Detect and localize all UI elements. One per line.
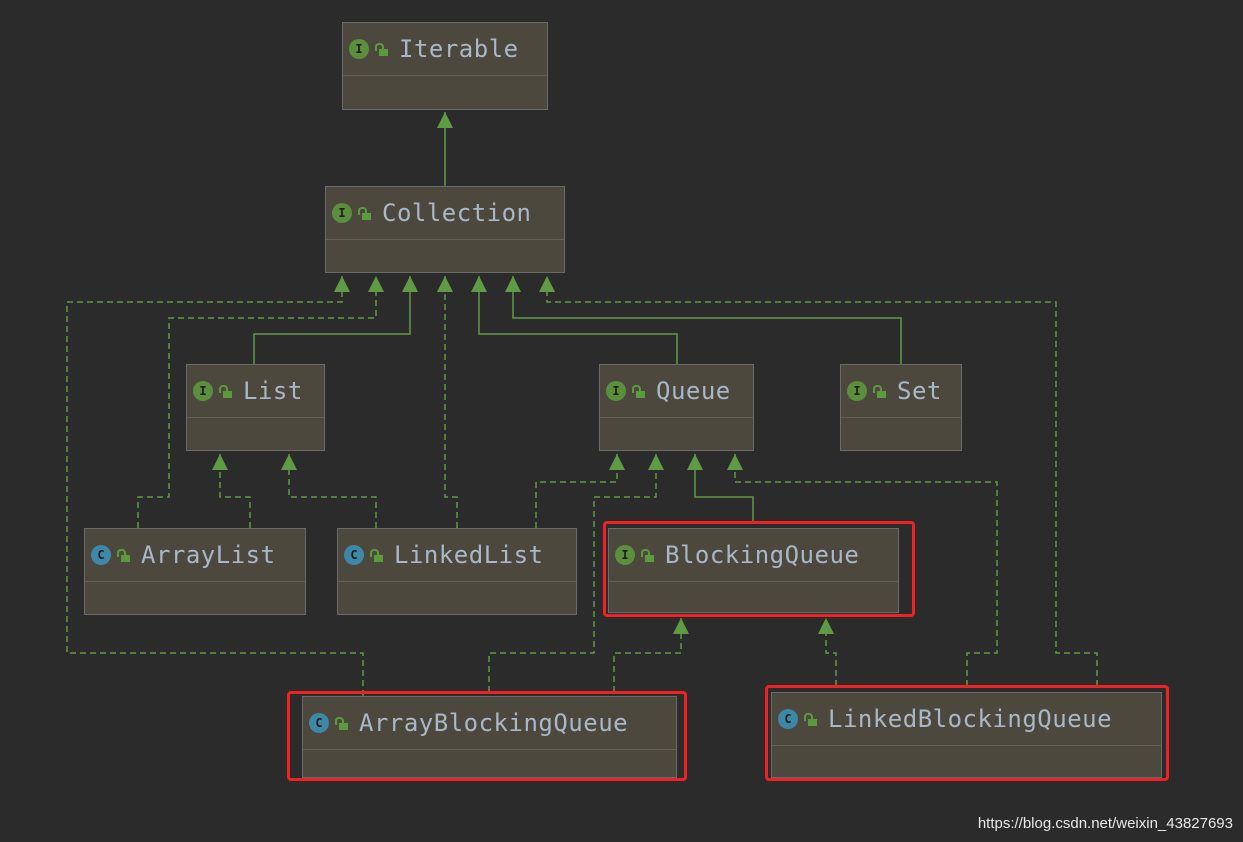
node-name: Set <box>897 377 942 405</box>
node-name: List <box>243 377 303 405</box>
public-visibility-icon <box>375 42 389 56</box>
interface-icon: I <box>606 381 626 401</box>
interface-icon: I <box>332 203 352 223</box>
node-name: ArrayBlockingQueue <box>359 709 629 737</box>
node-arrayblockingqueue[interactable]: C ArrayBlockingQueue <box>302 696 677 778</box>
node-name: Queue <box>656 377 731 405</box>
arrowhead-icon <box>609 454 625 470</box>
node-blockingqueue[interactable]: I BlockingQueue <box>608 528 899 613</box>
public-visibility-icon <box>632 384 646 398</box>
public-visibility-icon <box>335 716 349 730</box>
arrowhead-icon <box>648 454 664 470</box>
class-icon: C <box>309 713 329 733</box>
node-arraylist[interactable]: C ArrayList <box>84 528 306 615</box>
node-collection[interactable]: I Collection <box>325 186 565 273</box>
arrowhead-icon <box>437 112 453 128</box>
interface-icon: I <box>615 545 635 565</box>
node-header: I Set <box>841 365 961 418</box>
arrowhead-icon <box>727 454 743 470</box>
node-header: C ArrayBlockingQueue <box>303 697 676 750</box>
arrowhead-icon <box>818 618 834 634</box>
public-visibility-icon <box>804 712 818 726</box>
edge-arrayblockingqueue-to-collection <box>66 276 364 696</box>
node-name: ArrayList <box>141 541 276 569</box>
arrowhead-icon <box>687 454 703 470</box>
node-queue[interactable]: I Queue <box>599 364 754 451</box>
arrowhead-icon <box>334 276 350 292</box>
node-header: C LinkedBlockingQueue <box>772 693 1161 746</box>
edge-linkedblockingqueue-to-collection <box>546 276 1098 686</box>
watermark: https://blog.csdn.net/weixin_43827693 <box>977 815 1233 832</box>
edge-linkedlist-to-queue <box>535 454 618 528</box>
node-name: Iterable <box>399 35 519 63</box>
public-visibility-icon <box>117 548 131 562</box>
arrowhead-icon <box>368 276 384 292</box>
node-name: Collection <box>382 199 532 227</box>
arrowhead-icon <box>539 276 555 292</box>
interface-icon: I <box>847 381 867 401</box>
edge-linkedlist-to-collection <box>444 276 458 528</box>
public-visibility-icon <box>873 384 887 398</box>
node-header: C LinkedList <box>338 529 576 582</box>
edge-set-to-collection <box>512 276 902 364</box>
node-name: LinkedList <box>394 541 544 569</box>
public-visibility-icon <box>219 384 233 398</box>
arrowhead-icon <box>281 454 297 470</box>
edge-arrayblockingqueue-to-blockingqueue <box>613 618 682 692</box>
class-icon: C <box>91 545 111 565</box>
node-header: I List <box>187 365 324 418</box>
arrowhead-icon <box>402 276 418 292</box>
node-header: C ArrayList <box>85 529 305 582</box>
edge-list-to-collection <box>253 276 411 364</box>
node-list[interactable]: I List <box>186 364 325 451</box>
node-linkedblockingqueue[interactable]: C LinkedBlockingQueue <box>771 692 1162 778</box>
interface-icon: I <box>349 39 369 59</box>
class-icon: C <box>778 709 798 729</box>
node-header: I Queue <box>600 365 753 418</box>
arrowhead-icon <box>505 276 521 292</box>
node-name: BlockingQueue <box>665 541 860 569</box>
node-header: I Iterable <box>343 23 547 76</box>
public-visibility-icon <box>358 206 372 220</box>
node-iterable[interactable]: I Iterable <box>342 22 548 110</box>
node-linkedlist[interactable]: C LinkedList <box>337 528 577 615</box>
public-visibility-icon <box>370 548 384 562</box>
edge-blockingqueue-to-queue <box>694 454 754 521</box>
class-icon: C <box>344 545 364 565</box>
interface-icon: I <box>193 381 213 401</box>
arrowhead-icon <box>437 276 453 292</box>
public-visibility-icon <box>641 548 655 562</box>
node-set[interactable]: I Set <box>840 364 962 451</box>
node-name: LinkedBlockingQueue <box>828 705 1113 733</box>
node-header: I Collection <box>326 187 564 240</box>
arrowhead-icon <box>673 618 689 634</box>
node-header: I BlockingQueue <box>609 529 898 582</box>
edge-linkedlist-to-list <box>288 454 377 528</box>
arrowhead-icon <box>471 276 487 292</box>
arrowhead-icon <box>212 454 228 470</box>
